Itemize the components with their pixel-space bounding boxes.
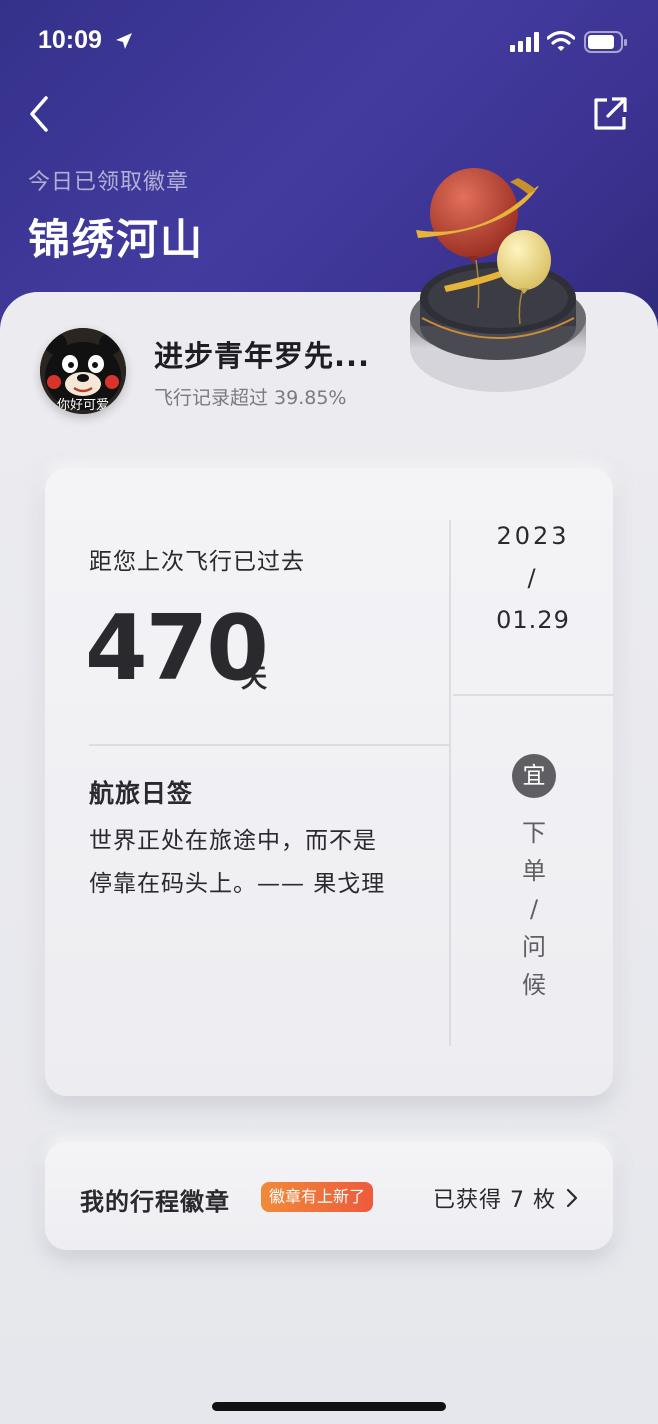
wifi-icon (547, 30, 575, 51)
days-count: 470 (85, 596, 269, 701)
days-unit: 天 (241, 664, 268, 694)
yi-item: 下 (522, 819, 546, 847)
header-subtitle: 今日已领取徽章 (28, 170, 190, 195)
location-arrow-icon (116, 33, 132, 49)
flight-record-stat: 飞行记录超过 39.85% (154, 387, 347, 409)
chevron-left-icon (30, 96, 48, 132)
date-divider (453, 694, 613, 696)
date-year: 2023 (496, 522, 570, 550)
yi-item: 问 (522, 933, 546, 961)
cellular-signal-icon (510, 32, 539, 52)
status-time: 10:09 (38, 26, 102, 54)
badges-count: 已获得 7 枚 (433, 1188, 556, 1213)
back-button[interactable] (24, 94, 60, 134)
chevron-right-icon (566, 1188, 578, 1208)
new-badge-tag: 徽章有上新了 (261, 1182, 374, 1212)
trip-badges-button[interactable]: 我的行程徽章 徽章有上新了 已获得 7 枚 (45, 1142, 613, 1250)
yi-item: / (529, 895, 539, 923)
yi-item: 候 (522, 971, 546, 999)
since-last-flight-label: 距您上次飞行已过去 (89, 549, 305, 575)
column-divider (449, 520, 451, 1046)
share-button[interactable] (592, 96, 628, 132)
date-month-day: 01.29 (496, 606, 570, 634)
card-divider (89, 744, 449, 746)
share-external-icon (594, 97, 627, 130)
avatar-caption: 你好可爱 (56, 398, 109, 413)
daily-quote-title: 航旅日签 (89, 779, 194, 808)
yi-badge: 宜 (512, 754, 556, 798)
user-name: 进步青年罗先... (154, 339, 371, 373)
avatar[interactable]: 你好可爱 (40, 328, 126, 414)
yi-item: 单 (522, 857, 546, 885)
date-separator: / (527, 564, 539, 592)
yi-items: 下 单 / 问 候 (513, 814, 555, 1004)
trip-badges-title: 我的行程徽章 (80, 1188, 230, 1216)
balloon-platform-badge[interactable] (398, 168, 598, 400)
status-bar: 10:09 (0, 0, 658, 84)
badge-title: 锦绣河山 (28, 215, 205, 264)
daily-quote-text: 世界正处在旅途中，而不是停靠在码头上。—— 果戈理 (89, 828, 386, 897)
battery-icon (584, 31, 627, 53)
home-indicator[interactable] (212, 1402, 446, 1411)
flight-card: 距您上次飞行已过去 470 天 航旅日签 世界正处在旅途中，而不是停靠在码头上。… (45, 468, 613, 1096)
